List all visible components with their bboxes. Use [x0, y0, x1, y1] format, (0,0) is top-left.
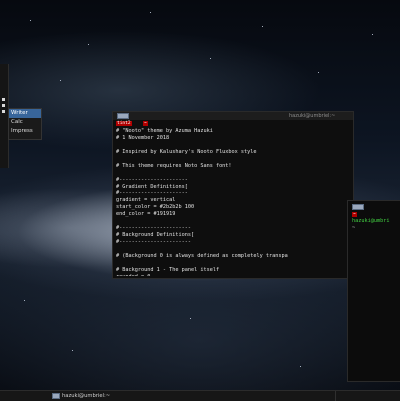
office-submenu[interactable]: Writer Calc Impress [8, 108, 42, 140]
star [262, 26, 263, 27]
terminal-line: end_color = #191919 [116, 211, 176, 218]
star [372, 34, 373, 35]
tab-home[interactable]: ~ [143, 121, 148, 126]
terminal-line: # Background 1 - The panel itself [116, 266, 220, 273]
terminal-line: ~ [352, 225, 356, 231]
window-title: hazuki@umbriel:~ [289, 113, 336, 119]
menu-arrow-icon [2, 98, 5, 101]
terminal-line: #----------------------- [116, 225, 191, 232]
menu-arrow-icon [2, 110, 5, 113]
tab-tint2[interactable]: tint2 [116, 121, 132, 126]
terminal-line: rounded = 0 [116, 274, 351, 276]
submenu-item-impress[interactable]: Impress [9, 127, 41, 136]
terminal-line: # Inspired by Kalushary's Nooto Fluxbox … [116, 148, 257, 155]
taskbar-task-label[interactable]: hazuki@umbriel:~ [62, 392, 110, 400]
star [72, 350, 73, 351]
terminal-line: # Background Definitions[ [116, 232, 195, 239]
star [30, 20, 31, 21]
shell-prompt: hazuki@umbri [352, 218, 390, 224]
terminal-line: # Gradient Definitions[ [116, 183, 188, 190]
tab-home[interactable]: ~ [352, 212, 357, 217]
terminal-window[interactable]: hazuki@umbriel:~ tint2 ~ # "Nooto" theme… [112, 111, 354, 279]
window-icon [117, 113, 129, 119]
star [318, 72, 319, 73]
terminal-line: # 1 November 2018 [116, 134, 170, 141]
tab-bar: tint2 ~ [113, 120, 353, 127]
terminal-line: # This theme requires Noto Sans font! [116, 162, 232, 169]
terminal-line: # (Background 0 is always defined as com… [116, 252, 288, 259]
submenu-item-calc[interactable]: Calc [9, 118, 41, 127]
terminal-task-icon[interactable] [52, 393, 60, 399]
terminal-line: #---------------------- [116, 190, 188, 197]
star [150, 12, 151, 13]
terminal-window-2[interactable]: ~ hazuki@umbri ~ [347, 200, 400, 382]
terminal-line: #---------------------- [116, 176, 188, 183]
terminal-line: start_color = #2b2b2b 100 [116, 204, 195, 211]
star [60, 80, 61, 81]
star [88, 44, 89, 45]
submenu-item-writer[interactable]: Writer [9, 109, 41, 118]
window-icon [352, 204, 364, 210]
star [300, 366, 301, 367]
star [190, 318, 191, 319]
star [24, 300, 25, 301]
window-titlebar[interactable]: hazuki@umbriel:~ [113, 112, 353, 120]
terminal-text[interactable]: # "Nooto" theme by Azuma Hazuki # 1 Novem… [116, 128, 351, 276]
taskbar: hazuki@umbriel:~ [0, 390, 400, 401]
star [210, 58, 211, 59]
terminal-line: # "Nooto" theme by Azuma Hazuki [116, 128, 213, 134]
terminal-line: #----------------------- [116, 239, 191, 245]
menu-arrow-icon [2, 104, 5, 107]
terminal-line: gradient = vertical [116, 197, 176, 204]
